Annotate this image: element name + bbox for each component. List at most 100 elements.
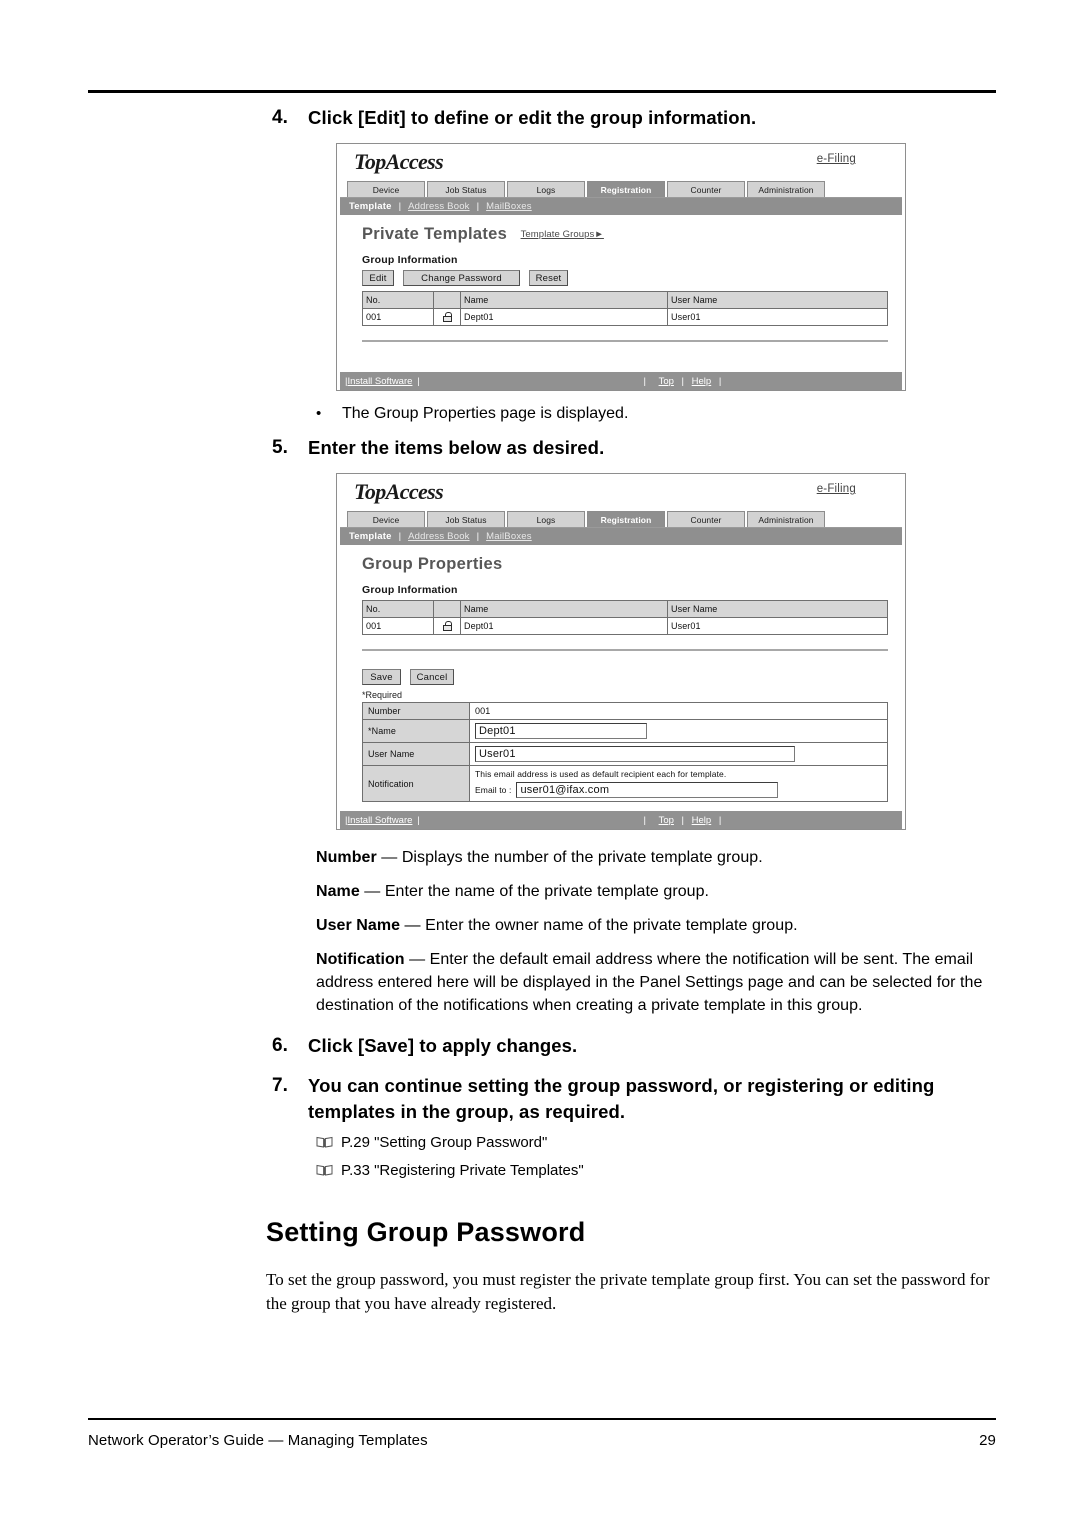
subnav-item-template-2[interactable]: Template bbox=[349, 531, 392, 542]
tab-counter-2[interactable]: Counter bbox=[667, 511, 745, 528]
tab-logs[interactable]: Logs bbox=[507, 181, 585, 198]
footer-pipe-before-top: | bbox=[643, 375, 646, 387]
reference-item[interactable]: P.29 "Setting Group Password" bbox=[316, 1131, 996, 1155]
subnav-separator-1: | bbox=[398, 201, 402, 212]
tab-counter[interactable]: Counter bbox=[667, 181, 745, 198]
screenshot-2-body: Group Properties Group Information No. N… bbox=[340, 545, 902, 811]
header-no-2: No. bbox=[362, 600, 434, 618]
tab-device[interactable]: Device bbox=[347, 181, 425, 198]
footer-title: Network Operator’s Guide — Managing Temp… bbox=[88, 1432, 428, 1449]
install-software-link-2[interactable]: Install Software bbox=[347, 815, 412, 826]
step-5-text: Enter the items below as desired. bbox=[308, 437, 605, 458]
save-button[interactable]: Save bbox=[362, 669, 401, 685]
section-heading: Setting Group Password bbox=[266, 1217, 586, 1247]
user-name-input[interactable]: User01 bbox=[475, 746, 795, 762]
edit-button[interactable]: Edit bbox=[362, 270, 394, 286]
definition-number: Number — Displays the number of the priv… bbox=[316, 846, 996, 869]
tab-job-status[interactable]: Job Status bbox=[427, 181, 505, 198]
footer-page-number: 29 bbox=[979, 1432, 996, 1449]
step-6: 6. Click [Save] to apply changes. bbox=[88, 1033, 996, 1059]
page-title: Private Templates bbox=[362, 225, 508, 243]
help-link[interactable]: Help bbox=[692, 376, 712, 387]
tab-logs-2[interactable]: Logs bbox=[507, 511, 585, 528]
group-properties-form: Number 001 *Name Dept01 User Name User01… bbox=[362, 702, 888, 802]
cross-references: P.29 "Setting Group Password" P.33 "Regi… bbox=[88, 1131, 996, 1183]
tab-administration-2[interactable]: Administration bbox=[747, 511, 825, 528]
step-5-number: 5. bbox=[272, 437, 288, 458]
efiling-link-2[interactable]: e-Filing bbox=[817, 483, 856, 495]
label-notification: Notification bbox=[362, 765, 470, 802]
table-row[interactable]: 001 Dept01 User01 bbox=[362, 617, 888, 635]
top-link[interactable]: Top bbox=[659, 376, 674, 387]
definition-dash-number: — bbox=[376, 849, 402, 866]
step-4: 4. Click [Edit] to define or edit the gr… bbox=[88, 105, 996, 131]
header-lock-2 bbox=[433, 600, 461, 618]
topaccess-logo-2: TopAccess bbox=[354, 479, 444, 504]
template-groups-link[interactable]: Template Groups► bbox=[521, 229, 604, 240]
lock-icon bbox=[442, 311, 452, 322]
tab-registration-2[interactable]: Registration bbox=[587, 511, 665, 528]
screenshot-1-footer: | Install Software | | Top | Help | bbox=[340, 372, 902, 390]
subnav-item-address-book-2[interactable]: Address Book bbox=[408, 531, 470, 542]
footer-right-group: | Top | Help | bbox=[643, 376, 726, 387]
reference-text: P.29 "Setting Group Password" bbox=[341, 1134, 548, 1151]
subnav-item-mailboxes[interactable]: MailBoxes bbox=[486, 201, 532, 212]
reference-item[interactable]: P.33 "Registering Private Templates" bbox=[316, 1159, 996, 1183]
cell-user-name-2: User01 bbox=[667, 617, 888, 635]
reset-button[interactable]: Reset bbox=[529, 270, 568, 286]
main-tab-bar-2: Device Job Status Logs Registration Coun… bbox=[340, 510, 902, 528]
label-number: Number bbox=[362, 702, 470, 720]
definition-dash-notification: — bbox=[404, 951, 430, 968]
group-information-table: No. Name User Name 001 Dept01 User01 bbox=[362, 291, 888, 326]
definition-term-name: Name bbox=[316, 883, 360, 900]
help-link-2[interactable]: Help bbox=[692, 815, 712, 826]
topaccess-group-properties-screenshot: TopAccess e-Filing Device Job Status Log… bbox=[336, 473, 906, 830]
definition-term-notification: Notification bbox=[316, 951, 405, 968]
efiling-link[interactable]: e-Filing bbox=[817, 153, 856, 165]
definition-name: Name — Enter the name of the private tem… bbox=[316, 880, 996, 903]
change-password-button[interactable]: Change Password bbox=[403, 270, 520, 286]
reference-text: P.33 "Registering Private Templates" bbox=[341, 1162, 584, 1179]
name-input[interactable]: Dept01 bbox=[475, 723, 647, 739]
step-4-number: 4. bbox=[272, 107, 288, 128]
lock-icon bbox=[442, 620, 452, 631]
sub-nav-bar-2: Template | Address Book | MailBoxes bbox=[340, 528, 902, 545]
top-link-2[interactable]: Top bbox=[659, 815, 674, 826]
step-6-text: Click [Save] to apply changes. bbox=[308, 1035, 578, 1056]
header-name: Name bbox=[460, 291, 668, 309]
subnav-item-mailboxes-2[interactable]: MailBoxes bbox=[486, 531, 532, 542]
cancel-button[interactable]: Cancel bbox=[410, 669, 454, 685]
definition-dash-name: — bbox=[359, 883, 385, 900]
footer-pipe-left-2: | bbox=[345, 814, 348, 826]
value-notification-cell: This email address is used as default re… bbox=[469, 765, 888, 802]
email-input[interactable]: user01@ifax.com bbox=[516, 782, 779, 798]
subnav-item-template[interactable]: Template bbox=[349, 201, 392, 212]
tab-job-status-2[interactable]: Job Status bbox=[427, 511, 505, 528]
header-no: No. bbox=[362, 291, 434, 309]
definition-user-name: User Name — Enter the owner name of the … bbox=[316, 914, 996, 937]
tab-device-2[interactable]: Device bbox=[347, 511, 425, 528]
footer-rule bbox=[88, 1418, 996, 1420]
section-paragraph: To set the group password, you must regi… bbox=[266, 1270, 990, 1313]
book-icon bbox=[316, 1164, 333, 1176]
tab-administration[interactable]: Administration bbox=[747, 181, 825, 198]
cell-lock bbox=[433, 308, 461, 326]
subnav-separator-1-2: | bbox=[398, 531, 402, 542]
definition-term-number: Number bbox=[316, 849, 377, 866]
header-user-name-2: User Name bbox=[667, 600, 888, 618]
subnav-item-address-book[interactable]: Address Book bbox=[408, 201, 470, 212]
definition-notification: Notification — Enter the default email a… bbox=[316, 948, 996, 1017]
cell-lock-2 bbox=[433, 617, 461, 635]
email-to-row: Email to : user01@ifax.com bbox=[475, 782, 882, 798]
footer-pipe-after-install-2: | bbox=[417, 814, 420, 826]
definition-dash-user-name: — bbox=[400, 917, 426, 934]
table-header-row: No. Name User Name bbox=[362, 291, 888, 309]
header-user-name: User Name bbox=[667, 291, 888, 309]
cell-name-2: Dept01 bbox=[460, 617, 668, 635]
document-page: 4. Click [Edit] to define or edit the gr… bbox=[0, 0, 1080, 1526]
step-7-text: You can continue setting the group passw… bbox=[308, 1075, 935, 1122]
install-software-link[interactable]: Install Software bbox=[347, 376, 412, 387]
page-title-2: Group Properties bbox=[362, 555, 503, 573]
tab-registration[interactable]: Registration bbox=[587, 181, 665, 198]
table-row[interactable]: 001 Dept01 User01 bbox=[362, 308, 888, 326]
